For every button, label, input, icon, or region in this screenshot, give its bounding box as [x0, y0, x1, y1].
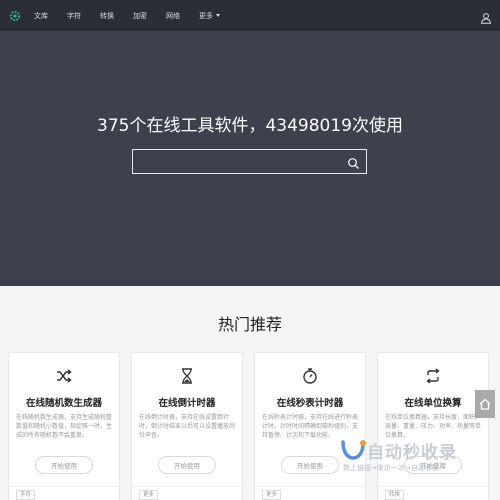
nav-item-more[interactable]: 更多 — [199, 11, 220, 21]
card-divider — [132, 486, 242, 487]
tool-card-random-number[interactable]: 在线随机数生成器 在线随机数生成器，支持生成随机整数值和随机小数值，指定唯一时，… — [8, 352, 120, 500]
tool-card-stopwatch[interactable]: 在线秒表计时器 在线秒表计时器，支持在线进行秒表计时，计时时间精确到毫秒级别，支… — [254, 352, 366, 500]
user-icon[interactable] — [480, 9, 492, 24]
card-description: 在线单位换算器，支持长度、面积、容量、重量、压力、功率、热量等单位换算。 — [385, 414, 482, 439]
card-divider — [9, 486, 119, 487]
chevron-down-icon — [216, 14, 220, 17]
hourglass-icon — [182, 368, 192, 384]
search-icon[interactable] — [347, 155, 360, 169]
start-use-button[interactable]: 开始使用 — [35, 456, 93, 474]
back-to-top-button[interactable] — [475, 390, 495, 418]
section-title: 热门推荐 — [217, 315, 282, 334]
nav-more-label: 更多 — [199, 11, 213, 20]
card-divider — [255, 486, 365, 487]
watermark: 自动秒收录 数上链接→来访一次→自动收录→ — [337, 438, 497, 476]
hero-banner: 375个在线工具软件，43498019次使用 — [0, 31, 500, 286]
convert-icon — [426, 368, 440, 384]
search-input[interactable] — [133, 150, 343, 173]
card-tag[interactable]: 更多 — [262, 490, 282, 500]
tool-card-unit-convert[interactable]: 在线单位换算 在线单位换算器，支持长度、面积、容量、重量、压力、功率、热量等单位… — [377, 352, 489, 500]
card-title: 在线单位换算 — [404, 398, 462, 409]
stopwatch-icon — [303, 368, 317, 384]
watermark-subtext: 数上链接→来访一次→自动收录→ — [343, 464, 445, 472]
top-navbar: 文库 字符 转换 加密 网络 更多 — [0, 0, 500, 31]
card-title: 在线倒计时器 — [158, 398, 216, 409]
logo-gear-icon — [9, 10, 21, 21]
watermark-logo-icon — [341, 440, 366, 460]
card-title: 在线随机数生成器 — [25, 398, 102, 409]
search-box — [132, 149, 367, 174]
card-description: 在线倒计时器，支持在线设置倒计时，倒计时结束以后可以设置播放闹铃声音。 — [139, 414, 236, 439]
nav-item-encrypt[interactable]: 加密 — [133, 11, 147, 21]
card-tag[interactable]: 字符 — [16, 490, 36, 500]
start-use-button[interactable]: 开始使用 — [158, 456, 216, 474]
card-title: 在线秒表计时器 — [276, 398, 344, 409]
card-description: 在线秒表计时器，支持在线进行秒表计时，计时时间精确到毫秒级别，支持暂停、计次和下… — [262, 414, 359, 439]
card-tag[interactable]: 转换 — [385, 490, 405, 500]
nav-item-convert[interactable]: 转换 — [100, 11, 114, 21]
nav-item-string[interactable]: 字符 — [67, 11, 81, 21]
card-description: 在线随机数生成器，支持生成随机整数值和随机小数值，指定唯一时，生成的所有随机数不… — [16, 414, 113, 439]
card-tag[interactable]: 更多 — [139, 490, 159, 500]
home-icon — [479, 398, 491, 410]
nav-item-library[interactable]: 文库 — [34, 11, 48, 21]
shuffle-icon — [57, 369, 72, 383]
watermark-text: 自动秒收录 — [367, 443, 457, 463]
start-use-button[interactable]: 开始使用 — [281, 456, 339, 474]
site-logo[interactable] — [8, 9, 22, 23]
card-divider — [378, 486, 488, 487]
tool-card-countdown[interactable]: 在线倒计时器 在线倒计时器，支持在线设置倒计时，倒计时结束以后可以设置播放闹铃声… — [131, 352, 243, 500]
hero-title: 375个在线工具软件，43498019次使用 — [97, 116, 403, 136]
nav-item-network[interactable]: 网络 — [166, 11, 180, 21]
